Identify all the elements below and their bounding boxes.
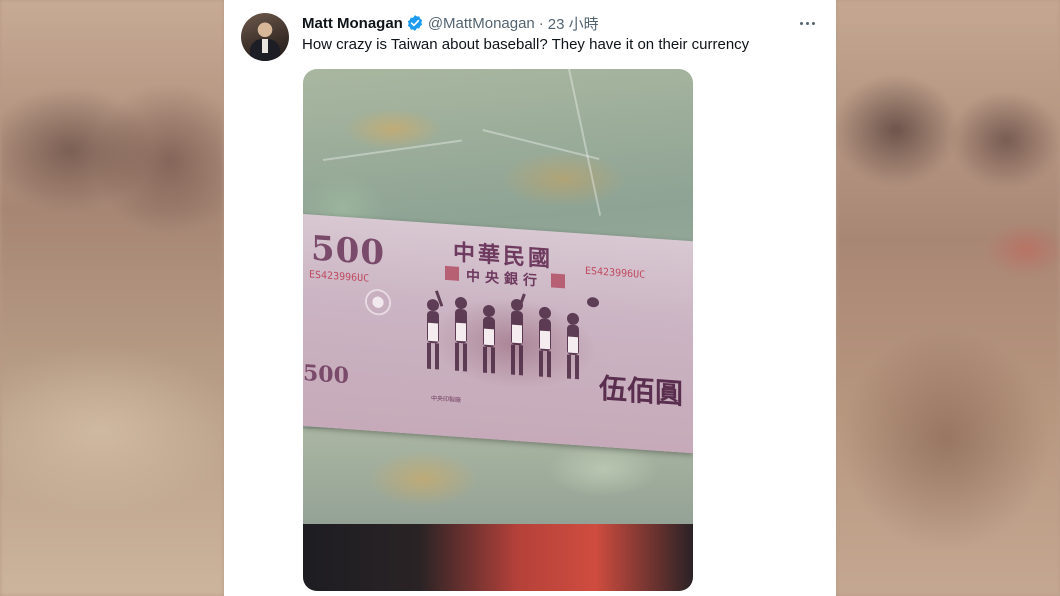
avatar-shirt	[262, 39, 268, 53]
marble-vein	[323, 139, 462, 161]
blurred-background-right	[836, 0, 1060, 596]
more-options-icon[interactable]	[796, 13, 818, 33]
banknote-denomination: 500	[311, 228, 385, 274]
banknote: 500 ES423996UC 中華民國 中央銀行 ES423996UC 伍佰圓 …	[303, 214, 693, 454]
verified-badge-icon	[407, 15, 422, 31]
tweet-photo[interactable]: 500 ES423996UC 中華民國 中央銀行 ES423996UC 伍佰圓 …	[303, 69, 693, 591]
avatar[interactable]	[241, 13, 289, 61]
banknote-printer: 中央印製廠	[431, 394, 462, 405]
tweet-header: Matt Monagan @MattMonagan · 23 小時	[302, 13, 599, 33]
separator-dot: ·	[538, 14, 544, 32]
seal-stamp	[445, 265, 459, 281]
floor-area	[303, 524, 693, 591]
author-handle[interactable]: @MattMonagan	[428, 15, 535, 32]
tweet-timestamp[interactable]: 23 小時	[548, 13, 599, 34]
tweet-text: How crazy is Taiwan about baseball? They…	[302, 36, 750, 53]
baseball-players-engraving	[413, 281, 618, 407]
tweet-card[interactable]: Matt Monagan @MattMonagan · 23 小時 How cr…	[224, 0, 836, 596]
banknote-denomination-small: 500	[303, 360, 349, 390]
marble-vein	[568, 69, 602, 216]
banknote-value-chinese: 伍佰圓	[599, 371, 684, 411]
plum-blossom-icon	[365, 288, 391, 317]
author-name[interactable]: Matt Monagan	[302, 15, 403, 32]
baseball-players-icon	[427, 290, 599, 380]
seal-stamp	[551, 273, 565, 289]
blurred-background-left	[0, 0, 224, 596]
banknote-serial: ES423996UC	[585, 265, 646, 281]
